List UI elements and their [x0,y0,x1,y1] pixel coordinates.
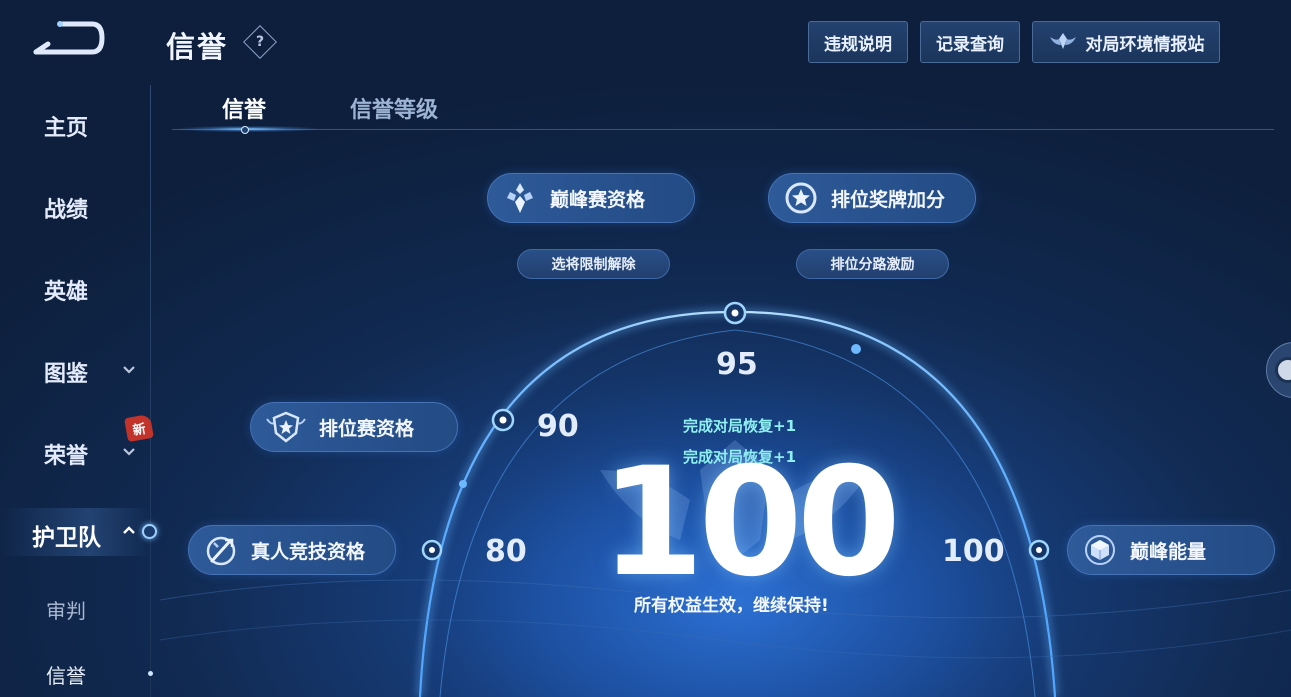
peak-crystal-icon [507,183,533,213]
scale-node-90 [491,408,515,432]
peak-energy-button[interactable]: 巅峰能量 [1067,525,1275,575]
sidebar-item-stats[interactable]: 战绩 [0,186,150,226]
energy-cube-icon [1085,535,1115,565]
sidebar-item-home[interactable]: 主页 [0,104,150,144]
tabs-underline [172,129,1274,130]
active-tab-dot [241,126,249,134]
scale-mark-100: 100 [942,534,1005,569]
handle-knob-icon [1275,357,1291,383]
sidebar-item-codex[interactable]: 图鉴 [0,350,150,390]
peak-qualification-label: 巅峰赛资格 [550,188,646,211]
sword-circle-icon [206,536,236,566]
sidebar-item-label: 荣誉 [44,444,89,469]
match-environment-label: 对局环境情报站 [1085,34,1205,55]
help-button[interactable]: ? [243,25,277,59]
sidebar-item-label: 护卫队 [32,525,101,551]
sidebar-subitem-judge[interactable]: 审判 [46,595,86,624]
back-arrow-icon[interactable] [30,18,106,58]
sidebar-item-label: 战绩 [44,198,89,223]
sidebar-item-heroes[interactable]: 英雄 [0,268,150,308]
records-query-button[interactable]: 记录查询 [920,21,1020,63]
scale-node-80 [421,539,443,561]
recover-hint: 完成对局恢复+1 [683,417,797,435]
scale-mark-95: 95 [716,347,758,382]
violation-info-button[interactable]: 违规说明 [808,21,908,63]
side-panel-handle[interactable] [1266,342,1291,398]
shield-star-icon [266,411,306,443]
pick-restriction-unlock-tag: 选将限制解除 [517,249,670,279]
ranked-qualification-button[interactable]: 排位赛资格 [250,402,458,452]
credit-score-value: 100 [600,436,901,610]
star-medal-icon [785,182,817,214]
sidebar-item-label: 英雄 [44,280,89,305]
human-match-qualification-button[interactable]: 真人竞技资格 [188,525,396,575]
match-environment-button[interactable]: 对局环境情报站 [1032,21,1220,63]
wing-emblem-icon [1049,33,1076,49]
scale-mark-80: 80 [485,534,527,569]
chevron-up-icon [123,526,135,534]
selected-subitem-dot [148,671,153,676]
new-badge: 新 [124,413,154,443]
rank-medal-bonus-button[interactable]: 排位奖牌加分 [768,173,976,223]
credit-status-text: 所有权益生效，继续保持! [634,596,829,616]
scale-minor-dot [851,344,861,354]
active-indicator-dot [142,524,157,539]
sidebar-item-label: 主页 [44,116,89,141]
chevron-down-icon [123,448,135,456]
scale-node-100 [1028,539,1050,561]
sidebar-subitem-credit[interactable]: 信誉 [46,660,86,689]
scale-mark-90: 90 [537,409,579,444]
scale-node-95 [723,301,747,325]
page-title: 信誉 [166,30,229,64]
sidebar-item-label: 图鉴 [44,362,89,387]
human-match-qualification-label: 真人竞技资格 [251,540,366,563]
sidebar-divider [150,85,151,697]
rank-lane-incentive-tag: 排位分路激励 [796,249,949,279]
scale-minor-dot [459,480,467,488]
rank-medal-bonus-label: 排位奖牌加分 [831,188,946,211]
question-icon: ? [255,34,265,50]
tab-credit[interactable]: 信誉 [222,92,266,124]
tab-credit-level[interactable]: 信誉等级 [350,92,438,124]
peak-energy-label: 巅峰能量 [1130,540,1207,563]
sidebar-item-guard[interactable]: 护卫队 [0,512,150,552]
peak-qualification-button[interactable]: 巅峰赛资格 [487,173,695,223]
chevron-down-icon [123,366,135,374]
ranked-qualification-label: 排位赛资格 [319,417,415,440]
